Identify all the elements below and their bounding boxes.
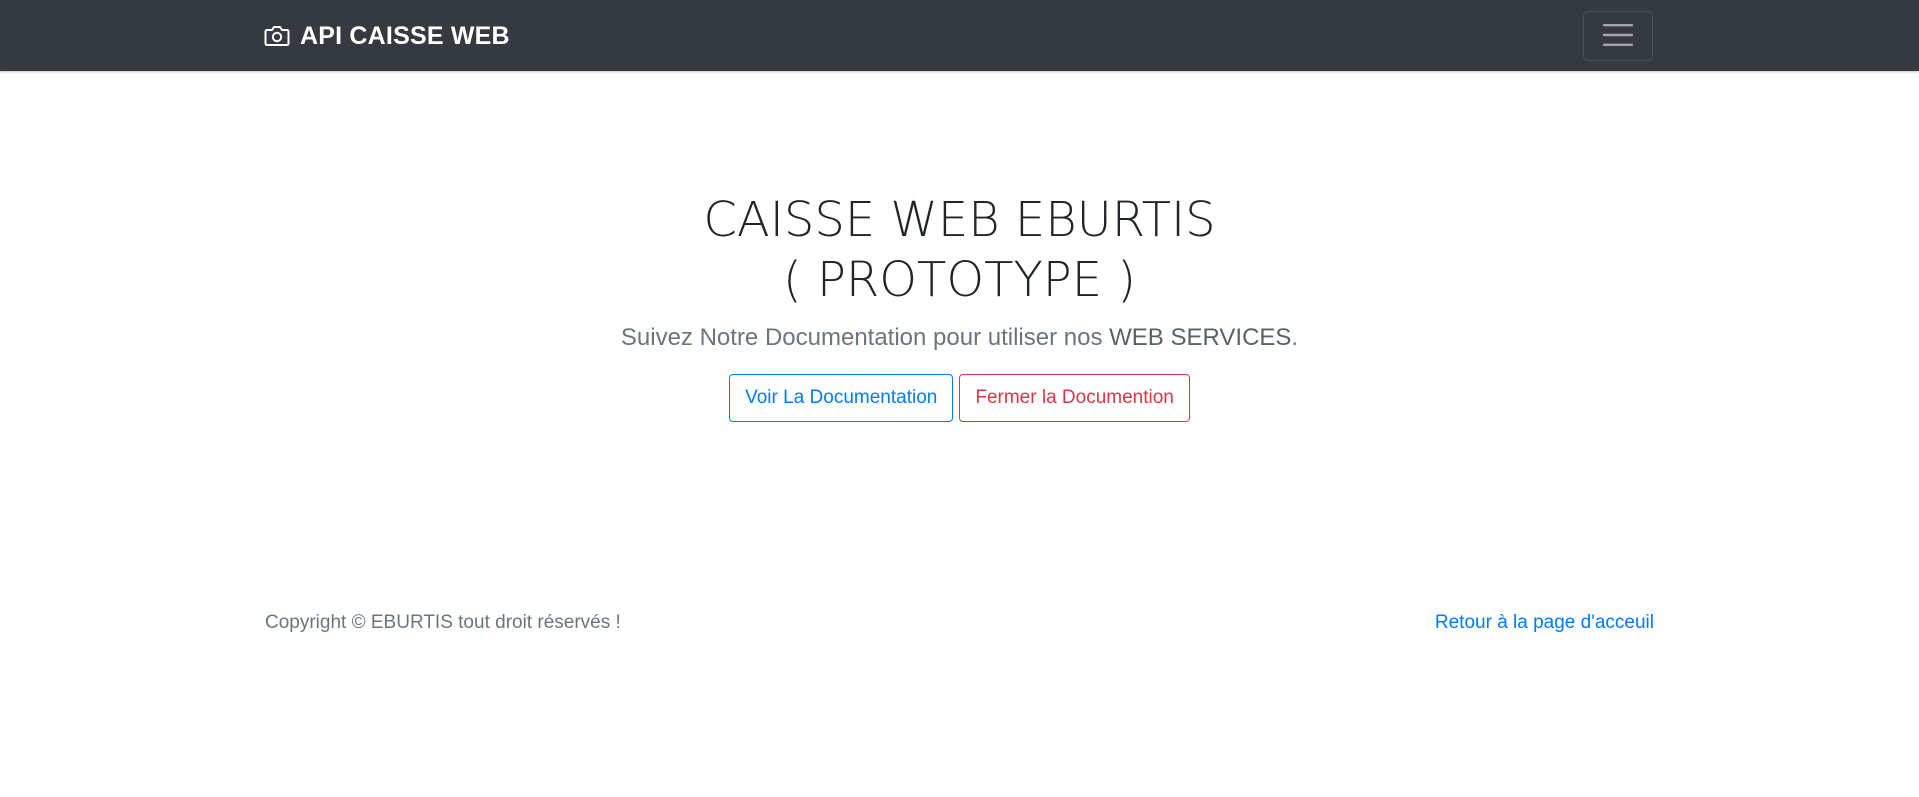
navbar-toggler-button[interactable]	[1583, 11, 1653, 61]
hero-lead: Suivez Notre Documentation pour utiliser…	[0, 322, 1919, 354]
back-to-home-link[interactable]: Retour à la page d'acceuil	[1435, 612, 1654, 634]
hero-title-line2: ( PROTOTYPE )	[782, 252, 1137, 308]
hero-actions: Voir La Documentation Fermer la Document…	[0, 374, 1919, 422]
hero-section: CAISSE WEB EBURTIS ( PROTOTYPE ) Suivez …	[0, 190, 1919, 422]
copyright-text: Copyright © EBURTIS tout droit réservés …	[265, 612, 621, 633]
brand-link[interactable]: API CAISSE WEB	[264, 20, 510, 52]
lead-strong: WEB SERVICES	[1109, 324, 1292, 351]
hero-title-line1: CAISSE WEB EBURTIS	[703, 192, 1216, 248]
lead-prefix: Suivez Notre Documentation pour utiliser…	[620, 324, 1110, 351]
top-navbar: API CAISSE WEB	[0, 0, 1919, 71]
close-documentation-button[interactable]: Fermer la Documention	[959, 374, 1190, 422]
camera-icon	[264, 25, 290, 47]
page-footer: Copyright © EBURTIS tout droit réservés …	[265, 608, 1654, 638]
view-documentation-button[interactable]: Voir La Documentation	[729, 374, 954, 422]
hero-title: CAISSE WEB EBURTIS ( PROTOTYPE )	[0, 190, 1919, 310]
hamburger-menu-icon	[1601, 21, 1635, 52]
brand-label: API CAISSE WEB	[300, 22, 510, 50]
lead-suffix: .	[1291, 324, 1299, 351]
